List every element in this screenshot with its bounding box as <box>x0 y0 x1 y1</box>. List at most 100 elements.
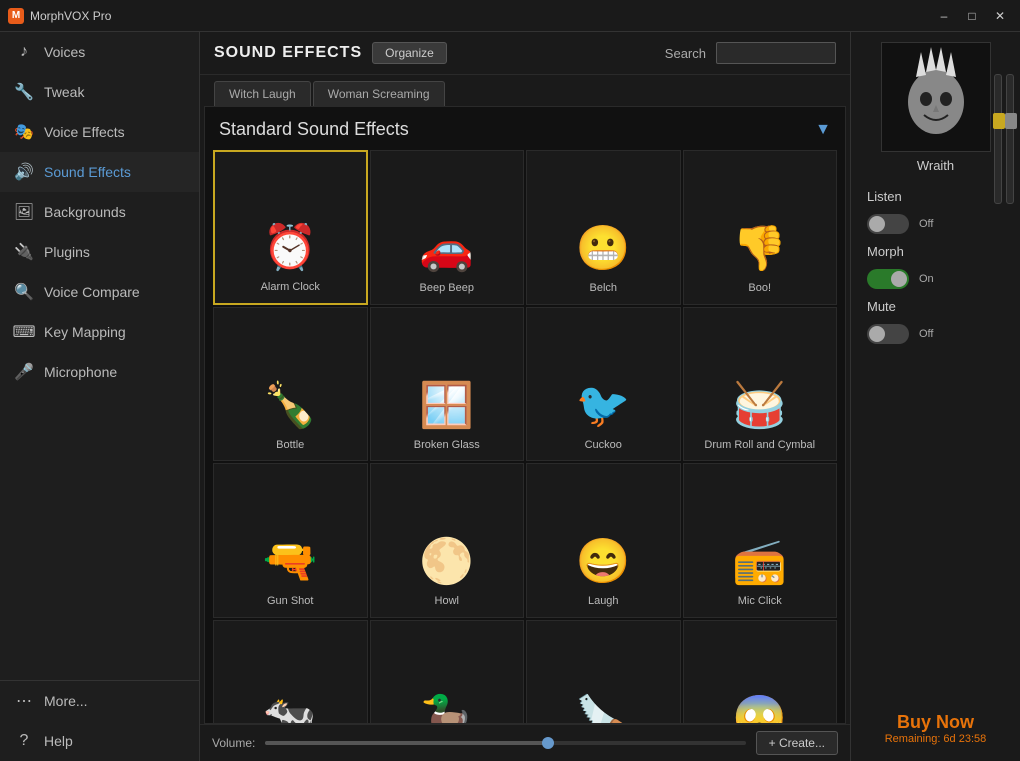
effect-icon-belch: 😬 <box>573 218 633 278</box>
sidebar: ♪ Voices 🔧 Tweak 🎭 Voice Effects 🔊 Sound… <box>0 32 200 761</box>
sidebar-item-backgrounds[interactable]: 🖼 Backgrounds <box>0 192 199 232</box>
sound-effects-icon: 🔊 <box>14 162 34 182</box>
app-body: ♪ Voices 🔧 Tweak 🎭 Voice Effects 🔊 Sound… <box>0 32 1020 761</box>
close-button[interactable]: ✕ <box>988 6 1012 26</box>
sidebar-item-plugins[interactable]: 🔌 Plugins <box>0 232 199 272</box>
voice-effects-icon: 🎭 <box>14 122 34 142</box>
listen-state: Off <box>919 218 933 230</box>
morph-state: On <box>919 273 934 285</box>
effect-icon-boo: 👎 <box>730 218 790 278</box>
sidebar-item-tweak[interactable]: 🔧 Tweak <box>0 72 199 112</box>
effect-icon-saw: 🪚 <box>573 688 633 724</box>
collapse-icon[interactable]: ▼ <box>815 121 831 139</box>
listen-toggle[interactable] <box>867 214 909 234</box>
maximize-button[interactable]: □ <box>960 6 984 26</box>
effect-item-cuckoo[interactable]: 🐦Cuckoo <box>526 307 681 462</box>
controls: Listen Off Morph On Mute <box>851 189 1020 354</box>
window-controls: – □ ✕ <box>932 6 1012 26</box>
effect-icon-gun-shot: 🔫 <box>260 531 320 591</box>
morph-control: Morph <box>867 244 1004 259</box>
section-title: Standard Sound Effects <box>219 119 409 140</box>
sidebar-label-sound-effects: Sound Effects <box>44 164 131 180</box>
volume-label: Volume: <box>212 736 255 750</box>
tab-witch-laugh[interactable]: Witch Laugh <box>214 81 311 106</box>
effect-item-moo[interactable]: 🐄Moo <box>213 620 368 725</box>
sidebar-item-more[interactable]: ⋯ More... <box>0 681 199 721</box>
section-header: Standard Sound Effects ▼ <box>205 107 845 148</box>
effect-item-alarm-clock[interactable]: ⏰Alarm Clock <box>213 150 368 305</box>
sidebar-label-voices: Voices <box>44 44 85 60</box>
sidebar-label-more: More... <box>44 693 88 709</box>
effect-item-laugh[interactable]: 😄 Laugh <box>526 463 681 618</box>
effect-icon-scream: 😱 <box>730 688 790 724</box>
slider-thumb-2 <box>1005 113 1017 129</box>
avatar-box <box>881 42 991 152</box>
sidebar-item-microphone[interactable]: 🎤 Microphone <box>0 352 199 392</box>
morph-toggle[interactable] <box>867 269 909 289</box>
slider-track-1[interactable] <box>994 74 1002 204</box>
avatar-image <box>882 43 990 151</box>
effect-item-gun-shot[interactable]: 🔫Gun Shot <box>213 463 368 618</box>
effect-item-beep-beep[interactable]: 🚗Beep Beep <box>370 150 525 305</box>
minimize-button[interactable]: – <box>932 6 956 26</box>
listen-label: Listen <box>867 189 912 204</box>
effect-icon-quack: 🦆 <box>417 688 477 724</box>
search-input[interactable] <box>716 42 836 64</box>
organize-button[interactable]: Organize <box>372 42 447 64</box>
effect-item-howl[interactable]: 🌕Howl <box>370 463 525 618</box>
sidebar-item-voice-effects[interactable]: 🎭 Voice Effects <box>0 112 199 152</box>
effect-item-drum-roll[interactable]: 🥁Drum Roll and Cymbal <box>683 307 838 462</box>
effect-item-mic-click[interactable]: 📻Mic Click <box>683 463 838 618</box>
tweak-icon: 🔧 <box>14 82 34 102</box>
effect-label-beep-beep: Beep Beep <box>420 282 474 295</box>
sidebar-label-voice-compare: Voice Compare <box>44 284 140 300</box>
effect-label-howl: Howl <box>435 595 459 608</box>
app-icon: M <box>8 8 24 24</box>
effect-icon-laugh: 😄 <box>573 531 633 591</box>
backgrounds-icon: 🖼 <box>14 202 34 222</box>
search-label: Search <box>665 46 706 61</box>
sidebar-item-help[interactable]: ? Help <box>0 721 199 761</box>
effect-item-belch[interactable]: 😬Belch <box>526 150 681 305</box>
voice-compare-icon: 🔍 <box>14 282 34 302</box>
listen-toggle-row: Off <box>867 214 1004 234</box>
right-panel: Wraith Listen Off Morph <box>850 32 1020 761</box>
avatar-name: Wraith <box>917 158 954 173</box>
sidebar-label-tweak: Tweak <box>44 84 84 100</box>
listen-knob <box>869 216 885 232</box>
tabs-row: Witch Laugh Woman Screaming <box>200 75 850 106</box>
effect-label-drum-roll: Drum Roll and Cymbal <box>704 439 815 452</box>
sidebar-item-key-mapping[interactable]: ⌨ Key Mapping <box>0 312 199 352</box>
sidebar-label-key-mapping: Key Mapping <box>44 324 126 340</box>
effect-label-boo: Boo! <box>748 282 771 295</box>
sound-effects-header: SOUND EFFECTS Organize Search <box>200 32 850 75</box>
effect-label-alarm-clock: Alarm Clock <box>261 281 320 294</box>
effects-content[interactable]: Standard Sound Effects ▼ ⏰Alarm Clock🚗Be… <box>204 106 846 724</box>
listen-control: Listen <box>867 189 1004 204</box>
sound-effects-title: SOUND EFFECTS <box>214 44 362 62</box>
key-mapping-icon: ⌨ <box>14 322 34 342</box>
voices-icon: ♪ <box>14 42 34 62</box>
sidebar-spacer <box>0 392 199 680</box>
effect-item-quack[interactable]: 🦆Quack <box>370 620 525 725</box>
effect-item-saw[interactable]: 🪚Saw <box>526 620 681 725</box>
effect-item-boo[interactable]: 👎 Boo! <box>683 150 838 305</box>
plugins-icon: 🔌 <box>14 242 34 262</box>
effect-item-bottle[interactable]: 🍾Bottle <box>213 307 368 462</box>
sidebar-item-voice-compare[interactable]: 🔍 Voice Compare <box>0 272 199 312</box>
effect-item-broken-glass[interactable]: 🪟Broken Glass <box>370 307 525 462</box>
sidebar-item-sound-effects[interactable]: 🔊 Sound Effects <box>0 152 199 192</box>
slider-track-2[interactable] <box>1006 74 1014 204</box>
mute-toggle[interactable] <box>867 324 909 344</box>
effects-grid: ⏰Alarm Clock🚗Beep Beep😬Belch 👎 Boo! 🍾Bottle… <box>205 148 845 724</box>
effect-item-scream[interactable]: 😱Scream <box>683 620 838 725</box>
sidebar-item-voices[interactable]: ♪ Voices <box>0 32 199 72</box>
effect-icon-moo: 🐄 <box>260 688 320 724</box>
create-button[interactable]: + Create... <box>756 731 838 755</box>
mute-state: Off <box>919 328 933 340</box>
volume-slider[interactable] <box>265 741 745 745</box>
effect-label-laugh: Laugh <box>588 595 619 608</box>
tab-woman-screaming[interactable]: Woman Screaming <box>313 81 445 106</box>
buy-now-label[interactable]: Buy Now <box>885 712 987 733</box>
help-icon: ? <box>14 731 34 751</box>
